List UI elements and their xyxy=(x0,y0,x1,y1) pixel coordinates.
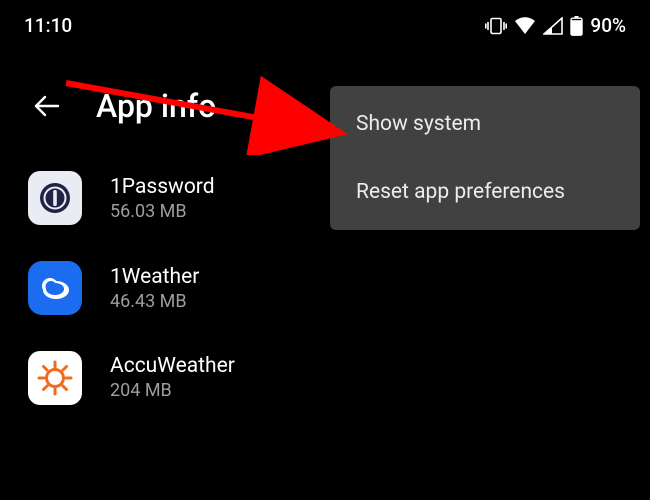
app-name: 1Password xyxy=(110,175,215,199)
status-right: 90% xyxy=(485,14,626,37)
menu-item-show-system[interactable]: Show system xyxy=(330,90,640,158)
app-size: 46.43 MB xyxy=(110,291,199,312)
app-row-1weather[interactable]: 1Weather 46.43 MB xyxy=(28,243,650,333)
app-name: AccuWeather xyxy=(110,354,235,378)
vibrate-icon xyxy=(485,17,507,35)
app-row-accuweather[interactable]: AccuWeather 204 MB xyxy=(28,333,650,405)
wifi-icon xyxy=(514,17,536,35)
back-arrow-icon[interactable] xyxy=(32,91,62,121)
app-icon-accuweather xyxy=(28,351,82,405)
page-title: App info xyxy=(96,87,216,125)
overflow-menu: Show system Reset app preferences xyxy=(330,86,640,230)
status-time: 11:10 xyxy=(24,14,72,37)
menu-item-reset-prefs[interactable]: Reset app preferences xyxy=(330,158,640,226)
app-name: 1Weather xyxy=(110,265,199,289)
app-size: 204 MB xyxy=(110,380,172,401)
app-size: 56.03 MB xyxy=(110,201,215,222)
app-icon-1password xyxy=(28,171,82,225)
battery-icon xyxy=(570,16,583,36)
status-bar: 11:10 90% xyxy=(0,0,650,47)
battery-percent: 90% xyxy=(590,14,626,37)
app-icon-1weather xyxy=(28,261,82,315)
cell-signal-icon xyxy=(543,17,563,35)
